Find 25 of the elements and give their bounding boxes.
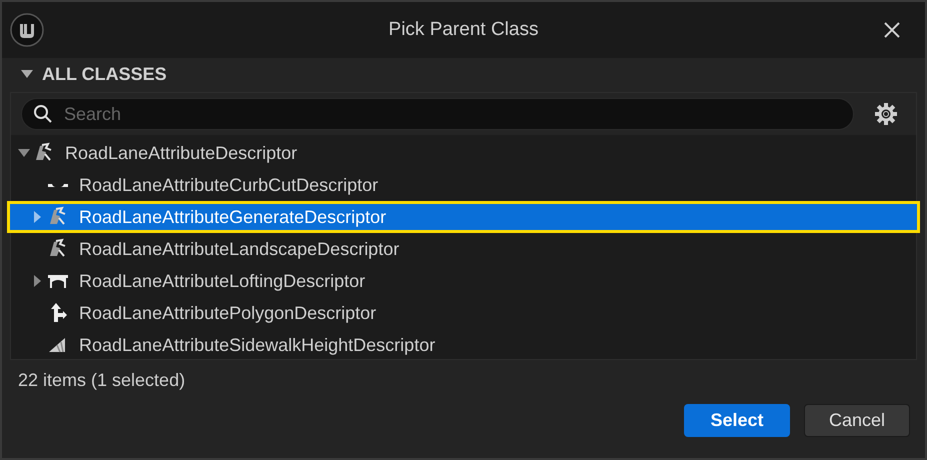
select-button[interactable]: Select bbox=[684, 404, 790, 437]
class-name: RoadLaneAttributePolygonDescriptor bbox=[79, 302, 376, 325]
tree-row[interactable]: RoadLaneAttributeSidewalkHeightDescriptor bbox=[11, 329, 916, 361]
tree-row[interactable]: RoadLaneAttributeLoftingDescriptor bbox=[11, 265, 916, 297]
curb-icon bbox=[47, 182, 69, 188]
class-name: RoadLaneAttributeGenerateDescriptor bbox=[79, 206, 386, 229]
settings-icon[interactable] bbox=[874, 102, 898, 126]
status-text: 22 items (1 selected) bbox=[17, 368, 186, 392]
class-name: RoadLaneAttributeDescriptor bbox=[65, 142, 298, 165]
cancel-button[interactable]: Cancel bbox=[804, 404, 910, 437]
tree-row[interactable]: RoadLaneAttributeDescriptor bbox=[11, 137, 916, 169]
tree-row[interactable]: RoadLaneAttributeGenerateDescriptor bbox=[7, 201, 920, 233]
section-header[interactable]: ALL CLASSES bbox=[42, 60, 167, 88]
logo-icon bbox=[10, 13, 44, 47]
search-field[interactable]: Search bbox=[21, 98, 854, 130]
window-title: Pick Parent Class bbox=[388, 18, 540, 42]
tree-row[interactable]: RoadLaneAttributeCurbCutDescriptor bbox=[11, 169, 916, 201]
class-name: RoadLaneAttributeSidewalkHeightDescriptor bbox=[79, 334, 436, 357]
tree-row[interactable]: RoadLaneAttributeLandscapeDescriptor bbox=[11, 233, 916, 265]
class-name: RoadLaneAttributeLoftingDescriptor bbox=[79, 270, 366, 293]
search-icon bbox=[33, 104, 53, 124]
class-name: RoadLaneAttributeCurbCutDescriptor bbox=[79, 174, 378, 197]
class-name: RoadLaneAttributeLandscapeDescriptor bbox=[79, 238, 400, 261]
tree-row[interactable]: RoadLaneAttributePolygonDescriptor bbox=[11, 297, 916, 329]
collapse-arrow-icon[interactable] bbox=[20, 69, 34, 79]
